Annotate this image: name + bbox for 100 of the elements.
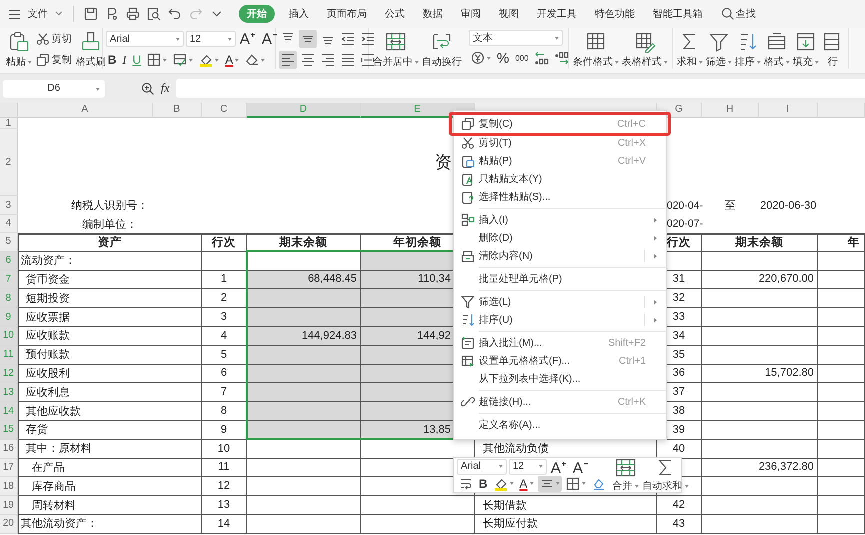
table-cell[interactable]: [361, 514, 475, 534]
table-cell[interactable]: [818, 364, 865, 384]
row-header[interactable]: 18: [0, 477, 18, 496]
table-cell[interactable]: 144,924.83: [247, 326, 361, 346]
horizontal-align-button[interactable]: [279, 51, 297, 69]
column-heading[interactable]: 年: [818, 233, 865, 252]
menu-icon[interactable]: [8, 8, 21, 20]
column-header[interactable]: C: [202, 103, 247, 118]
table-cell[interactable]: 15,702.80: [702, 364, 818, 384]
font-color-button[interactable]: A: [223, 51, 242, 69]
table-cell[interactable]: [247, 364, 361, 384]
table-cell[interactable]: [818, 458, 865, 478]
table-cell[interactable]: 应收账款: [18, 326, 202, 346]
ribbon-tab[interactable]: 数据: [419, 5, 447, 23]
table-cell[interactable]: 68,448.45: [247, 270, 361, 290]
table-cell[interactable]: 存货: [18, 420, 202, 440]
table-cell[interactable]: 3: [202, 308, 247, 327]
sheet-cell[interactable]: 至: [702, 196, 759, 215]
menu-item[interactable]: 插入(I): [454, 211, 666, 229]
bold-button[interactable]: B: [106, 51, 119, 69]
table-cell[interactable]: 10: [202, 440, 247, 459]
wrap-text-button[interactable]: 自动换行: [421, 30, 463, 70]
table-cell[interactable]: [818, 326, 865, 346]
zoom-icon[interactable]: [141, 82, 155, 96]
percent-button[interactable]: %: [495, 49, 512, 67]
print-icon[interactable]: [126, 7, 140, 21]
row-header[interactable]: 19: [0, 496, 18, 515]
print-preview-icon[interactable]: [147, 7, 161, 21]
table-cell[interactable]: 7: [202, 383, 247, 402]
table-cell[interactable]: [702, 440, 818, 459]
table-cell[interactable]: [818, 252, 865, 271]
table-cell[interactable]: [702, 383, 818, 402]
table-cell[interactable]: 其他流动资产：: [18, 514, 202, 534]
save-icon[interactable]: [84, 7, 98, 21]
menu-item[interactable]: 剪切(T) Ctrl+X: [454, 134, 666, 152]
table-cell[interactable]: [818, 477, 865, 496]
table-cell[interactable]: 周转材料: [18, 496, 202, 515]
table-cell[interactable]: [702, 308, 818, 327]
tool-button[interactable]: 格式: [763, 30, 791, 70]
row-header[interactable]: 5: [0, 233, 18, 252]
thousands-button[interactable]: 000: [513, 49, 531, 67]
column-header[interactable]: I: [759, 103, 818, 118]
table-cell[interactable]: [818, 420, 865, 440]
tool-button[interactable]: 筛选: [705, 30, 733, 70]
borders-button[interactable]: [145, 51, 170, 69]
grow-font-button[interactable]: A: [238, 30, 258, 48]
table-cell[interactable]: 4: [202, 326, 247, 346]
column-heading[interactable]: 行次: [202, 233, 247, 252]
table-cell[interactable]: 220,670.00: [702, 270, 818, 290]
menu-item[interactable]: 只粘贴文本(Y): [454, 170, 666, 188]
font-field[interactable]: Arial: [106, 31, 184, 47]
table-cell[interactable]: 236,372.80: [702, 458, 818, 478]
table-cell[interactable]: [247, 514, 361, 534]
table-cell[interactable]: 其他应收款: [18, 402, 202, 421]
tool-button[interactable]: 求和: [676, 30, 704, 70]
table-cell[interactable]: 应收利息: [18, 383, 202, 402]
row-header[interactable]: 17: [0, 458, 18, 478]
table-cell[interactable]: [247, 289, 361, 308]
column-heading[interactable]: 期末余额: [247, 233, 361, 252]
table-cell[interactable]: [247, 383, 361, 402]
table-cell[interactable]: [702, 346, 818, 365]
row-header[interactable]: 16: [0, 440, 18, 459]
table-cell[interactable]: [247, 496, 361, 515]
italic-button[interactable]: I: [120, 51, 129, 69]
table-cell[interactable]: [247, 440, 361, 459]
table-cell[interactable]: [247, 477, 361, 496]
table-cell[interactable]: 11: [202, 458, 247, 478]
cut-button[interactable]: 剪切: [34, 30, 74, 48]
undo-icon[interactable]: [168, 7, 182, 21]
row-header[interactable]: 2: [0, 129, 18, 196]
table-cell[interactable]: [818, 402, 865, 421]
row-header[interactable]: 1: [0, 118, 18, 129]
table-cell[interactable]: 其中：原材料: [18, 440, 202, 459]
currency-button[interactable]: [469, 49, 493, 67]
table-cell[interactable]: [818, 346, 865, 365]
row-header[interactable]: 20: [0, 514, 18, 534]
table-cell[interactable]: 在产品: [18, 458, 202, 478]
menu-item[interactable]: 选择性粘贴(S)...: [454, 188, 666, 206]
table-cell[interactable]: [702, 252, 818, 271]
font-size-field[interactable]: 12: [509, 458, 547, 474]
table-cell[interactable]: [702, 420, 818, 440]
table-cell[interactable]: 长期应付款: [475, 514, 657, 534]
table-cell[interactable]: [247, 402, 361, 421]
table-cell[interactable]: 应收票据: [18, 308, 202, 327]
ribbon-tab[interactable]: 公式: [381, 5, 409, 23]
format-painter-button[interactable]: 格式刷: [75, 30, 107, 70]
table-cell[interactable]: 42: [657, 496, 702, 515]
row-header[interactable]: 3: [0, 196, 18, 215]
ribbon-tab[interactable]: 特色功能: [591, 5, 639, 23]
number-format-field[interactable]: 文本: [469, 30, 563, 46]
table-cell[interactable]: [247, 458, 361, 478]
ribbon-tab[interactable]: 智能工具箱: [649, 5, 707, 23]
table-cell[interactable]: [818, 308, 865, 327]
table-cell[interactable]: 2: [202, 289, 247, 308]
function-label[interactable]: fx: [161, 81, 170, 96]
tool-button[interactable]: 排序: [734, 30, 762, 70]
font-color-button[interactable]: A: [518, 476, 536, 492]
column-header[interactable]: H: [702, 103, 759, 118]
table-cell[interactable]: [818, 383, 865, 402]
align-button[interactable]: [538, 476, 562, 492]
